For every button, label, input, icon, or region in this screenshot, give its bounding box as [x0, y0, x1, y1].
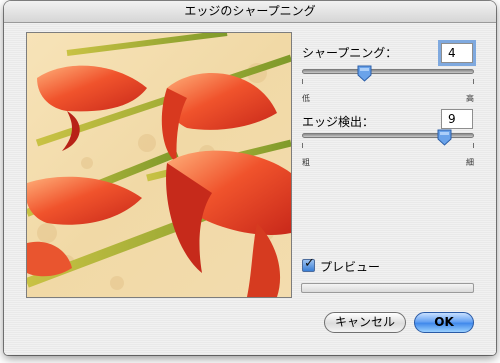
ok-button[interactable]: OK	[414, 312, 474, 333]
sharpening-label: シャープニング：	[302, 46, 398, 60]
sharpening-slider-thumb[interactable]	[357, 65, 372, 82]
preview-checkbox-label[interactable]: プレビュー	[320, 258, 380, 275]
sharpening-min-label: 低	[302, 94, 310, 103]
preview-checkbox[interactable]: ✓	[302, 256, 315, 272]
sharpening-slider-track[interactable]	[302, 69, 474, 74]
cancel-button[interactable]: キャンセル	[324, 312, 406, 333]
title-bar[interactable]: エッジのシャープニング	[4, 1, 496, 23]
sharpening-max-label: 高	[466, 94, 474, 103]
preview-image[interactable]	[26, 32, 292, 298]
edge-detection-value-field[interactable]: 9	[441, 109, 473, 129]
edge-detection-max-label: 細	[466, 158, 474, 167]
window-title: エッジのシャープニング	[184, 4, 316, 18]
edge-detection-slider-thumb[interactable]	[437, 129, 452, 146]
sharpening-slider-ticks	[302, 79, 474, 84]
edge-detection-min-label: 粗	[302, 158, 310, 167]
edge-detection-label: エッジ検出：	[302, 115, 375, 129]
progress-bar	[301, 283, 474, 293]
checkmark-icon: ✓	[304, 256, 315, 271]
dialog-window: エッジのシャープニング シャープニング： 4 低 高 エッジ検出： 9 粗 細 …	[4, 1, 496, 355]
sharpening-value-field[interactable]: 4	[441, 43, 473, 63]
